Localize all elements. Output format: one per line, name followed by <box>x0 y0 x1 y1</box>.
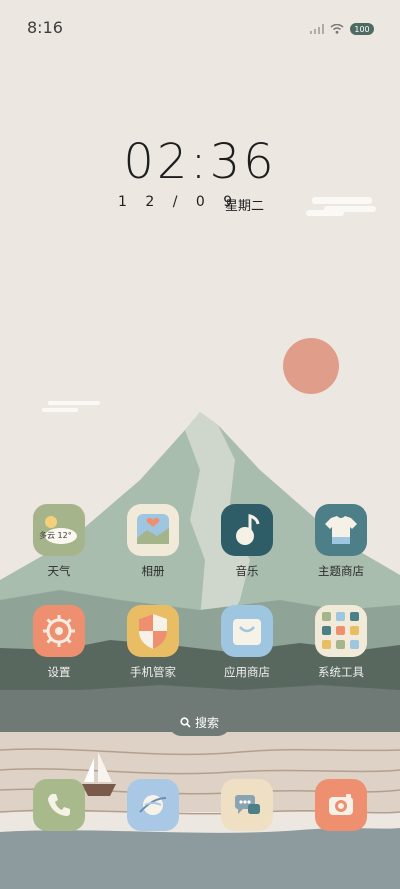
app-label: 主题商店 <box>318 564 364 578</box>
camera-icon <box>329 794 353 815</box>
battery-icon: 100 <box>350 23 374 35</box>
app-security[interactable]: 手机管家 <box>113 605 193 680</box>
weather-icon: 多云 12° <box>33 504 85 556</box>
search-label: 搜索 <box>194 716 219 730</box>
dock-camera[interactable] <box>315 779 367 831</box>
clock-weekday: 星期二 <box>225 199 265 214</box>
signal-icon <box>310 24 324 34</box>
clock-date: 1 2 / 0 9 <box>118 194 240 210</box>
wifi-icon <box>330 24 344 34</box>
app-label: 应用商店 <box>224 665 270 679</box>
folder-grid-icon <box>315 605 367 657</box>
search-icon <box>180 717 191 728</box>
phone-icon <box>48 794 70 816</box>
messages-icon <box>235 795 260 814</box>
dock-phone[interactable] <box>33 779 85 831</box>
weather-widget-text: 多云 12° <box>39 531 72 540</box>
app-label: 天气 <box>47 564 71 578</box>
app-label: 系统工具 <box>318 665 364 679</box>
app-gallery[interactable]: 相册 <box>113 504 193 579</box>
gallery-icon <box>127 504 179 556</box>
app-weather[interactable]: 多云 12° 天气 <box>19 504 99 579</box>
app-label: 相册 <box>141 564 165 578</box>
shield-icon <box>127 605 179 657</box>
app-system-tools[interactable]: 系统工具 <box>301 605 381 680</box>
app-label: 设置 <box>47 665 71 679</box>
clock-time: 02:36 <box>123 134 277 190</box>
sun <box>283 338 339 394</box>
app-theme-store[interactable]: 主题商店 <box>301 504 381 579</box>
search-button[interactable]: 搜索 <box>168 709 231 736</box>
shirt-icon <box>315 504 367 556</box>
status-icons: 100 <box>310 22 374 36</box>
status-time: 8:16 <box>27 18 63 37</box>
dock-messages[interactable] <box>221 779 273 831</box>
app-music[interactable]: 音乐 <box>207 504 287 579</box>
status-bar: 8:16 100 <box>0 0 400 56</box>
app-label: 音乐 <box>235 564 259 578</box>
dock-browser[interactable] <box>127 779 179 831</box>
app-store[interactable]: 应用商店 <box>207 605 287 680</box>
app-label: 手机管家 <box>130 665 176 679</box>
music-icon <box>221 504 273 556</box>
shopping-bag-icon <box>221 605 273 657</box>
app-settings[interactable]: 设置 <box>19 605 99 680</box>
gear-icon <box>33 605 85 657</box>
browser-icon <box>139 795 167 815</box>
